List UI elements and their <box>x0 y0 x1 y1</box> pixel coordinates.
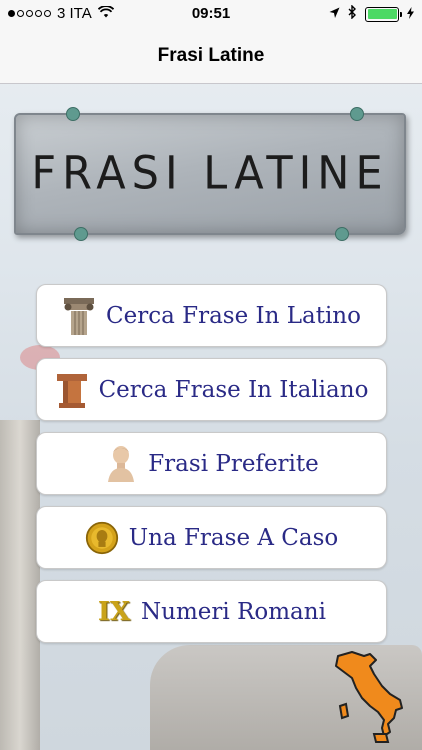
roman-numeral-icon: IX <box>97 596 131 627</box>
bust-icon <box>104 444 138 484</box>
random-phrase-button[interactable]: Una Frase A Caso <box>36 506 387 569</box>
wooden-pedestal-icon <box>55 370 89 410</box>
search-latin-button[interactable]: Cerca Frase In Latino <box>36 284 387 347</box>
battery-icon <box>365 6 402 22</box>
nail-icon <box>66 107 80 121</box>
charging-bolt-icon <box>407 6 414 23</box>
menu-item-label: Cerca Frase In Latino <box>106 302 361 329</box>
nail-icon <box>74 227 88 241</box>
background-column <box>0 420 40 750</box>
nail-icon <box>350 107 364 121</box>
banner-title: FRASI LATINE <box>31 147 389 201</box>
nail-icon <box>335 227 349 241</box>
location-arrow-icon <box>329 6 340 23</box>
italy-map-button[interactable] <box>330 650 410 745</box>
roman-numerals-button[interactable]: IX Numeri Romani <box>36 580 387 643</box>
gold-coin-icon <box>85 518 119 558</box>
stone-title-banner: FRASI LATINE <box>14 107 406 241</box>
main-menu: Cerca Frase In Latino Cerca Frase In Ita… <box>36 284 387 654</box>
favorite-phrases-button[interactable]: Frasi Preferite <box>36 432 387 495</box>
search-italian-button[interactable]: Cerca Frase In Italiano <box>36 358 387 421</box>
bluetooth-icon <box>348 4 357 23</box>
menu-item-label: Frasi Preferite <box>148 450 319 477</box>
italy-map-icon <box>335 651 403 743</box>
navigation-bar: Frasi Latine <box>0 28 422 84</box>
menu-item-label: Una Frase A Caso <box>128 524 339 551</box>
menu-item-label: Numeri Romani <box>141 598 326 625</box>
page-title: Frasi Latine <box>157 44 265 66</box>
status-bar: 3 ITA 09:51 <box>0 0 422 28</box>
menu-item-label: Cerca Frase In Italiano <box>98 376 369 403</box>
column-capital-icon <box>62 296 96 336</box>
